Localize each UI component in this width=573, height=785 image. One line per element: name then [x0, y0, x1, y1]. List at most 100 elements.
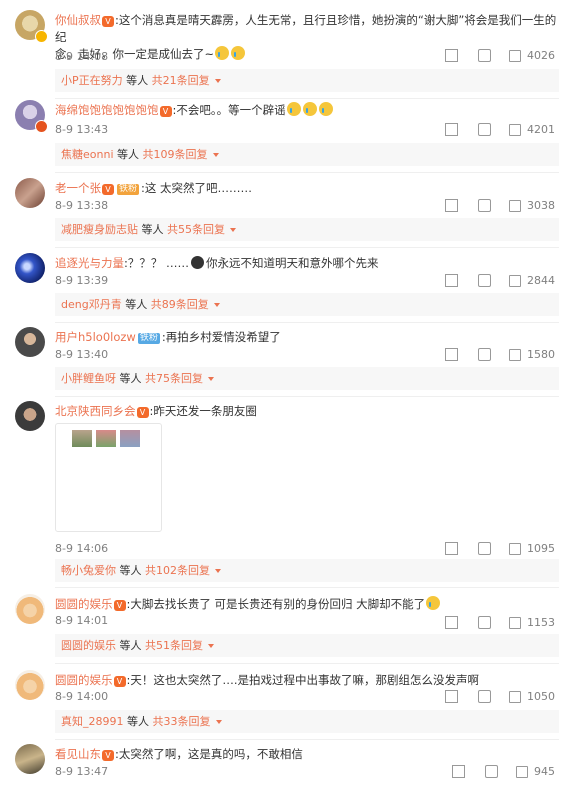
share-icon[interactable] — [445, 616, 458, 629]
reply-count[interactable]: 共109条回复 — [143, 148, 208, 161]
comment-actions: 4201 — [425, 123, 555, 136]
comment-text: :？？？ …… — [124, 256, 190, 270]
share-icon[interactable] — [445, 690, 458, 703]
comment-icon[interactable] — [485, 765, 498, 778]
like-count: 1050 — [527, 690, 555, 703]
like-button[interactable]: 1580 — [509, 348, 555, 361]
comment-username[interactable]: 圆圆的娱乐 — [55, 597, 113, 611]
chevron-down-icon — [215, 720, 222, 724]
comment-body: 用户h5lo0lozw 铁粉:再拍乡村爱情没希望了 — [55, 329, 560, 346]
avatar[interactable] — [15, 178, 45, 208]
comment-icon[interactable] — [478, 348, 491, 361]
comment-icon[interactable] — [478, 690, 491, 703]
comment-icon[interactable] — [478, 274, 491, 287]
divider — [55, 98, 559, 99]
thumb-up-icon — [509, 49, 521, 62]
like-button[interactable]: 4026 — [509, 49, 555, 62]
thumb-up-icon — [509, 123, 521, 136]
comment-username[interactable]: 追逐光与力量 — [55, 256, 124, 270]
avatar[interactable] — [15, 594, 45, 624]
like-count: 4026 — [527, 49, 555, 62]
comment-icon[interactable] — [478, 123, 491, 136]
like-button[interactable]: 2844 — [509, 274, 555, 287]
share-icon[interactable] — [452, 765, 465, 778]
comment-body: 海绵饱饱饱饱饱饱饱 V:不会吧。。等一个辟谣 — [55, 102, 560, 119]
reply-user[interactable]: 减肥瘦身励志贴 — [61, 223, 138, 236]
comment-body: 圆圆的娱乐 V:大脚去找长贵了 可是长贵还有别的身份回归 大脚却不能了 — [55, 596, 560, 613]
avatar[interactable] — [15, 253, 45, 283]
reply-count[interactable]: 共75条回复 — [145, 372, 203, 385]
avatar[interactable] — [15, 327, 45, 357]
reply-user[interactable]: 小P正在努力 — [61, 74, 123, 87]
comment-text-cont: 你永远不知道明天和意外哪个先来 — [206, 256, 379, 270]
reply-summary[interactable]: 小胖鲤鱼呀 等人 共75条回复 — [55, 367, 559, 390]
comment-username[interactable]: 老一个张 — [55, 181, 101, 195]
like-button[interactable]: 1153 — [509, 616, 555, 629]
comment-body: 追逐光与力量:？？？ …… 你永远不知道明天和意外哪个先来 — [55, 255, 560, 272]
comment-username[interactable]: 看见山东 — [55, 747, 101, 761]
divider — [55, 396, 559, 397]
reply-summary[interactable]: 小P正在努力 等人 共21条回复 — [55, 69, 559, 92]
reply-user[interactable]: 焦糖eonni — [61, 148, 114, 161]
like-button[interactable]: 3038 — [509, 199, 555, 212]
reply-summary[interactable]: deng邓丹青 等人 共89条回复 — [55, 293, 559, 316]
vip-icon: V — [102, 16, 114, 27]
vip-icon: V — [159, 106, 172, 117]
reply-summary[interactable]: 真知_28991 等人 共33条回复 — [55, 710, 559, 733]
like-button[interactable]: 4201 — [509, 123, 555, 136]
share-icon[interactable] — [445, 199, 458, 212]
reply-summary[interactable]: 畅小兔爱你 等人 共102条回复 — [55, 559, 559, 582]
reply-count[interactable]: 共51条回复 — [145, 639, 203, 652]
reply-user[interactable]: 真知_28991 — [61, 715, 124, 728]
comment-icon[interactable] — [478, 49, 491, 62]
like-button[interactable]: 1095 — [509, 542, 555, 555]
photo-thumbnail — [72, 430, 92, 447]
comment-text: :这个消息真是晴天霹雳，人生无常，且行且珍惜，她扮演的“谢大脚”将会是我们一生的… — [55, 13, 557, 44]
avatar[interactable] — [15, 401, 45, 431]
comment-username[interactable]: 海绵饱饱饱饱饱饱饱 — [55, 103, 159, 117]
comment-username[interactable]: 用户h5lo0lozw — [55, 330, 136, 344]
fan-badge: 铁粉 — [137, 333, 160, 344]
thumb-up-icon — [509, 348, 521, 361]
attached-image-card[interactable] — [55, 423, 162, 532]
chevron-down-icon — [208, 644, 214, 648]
reply-count[interactable]: 共89条回复 — [151, 298, 209, 311]
reply-user[interactable]: 畅小兔爱你 — [61, 564, 116, 577]
comment-username[interactable]: 圆圆的娱乐 — [55, 673, 113, 687]
reply-count[interactable]: 共102条回复 — [145, 564, 210, 577]
avatar[interactable] — [15, 744, 45, 774]
divider — [55, 587, 559, 588]
reply-count[interactable]: 共55条回复 — [167, 223, 225, 236]
vip-icon: V — [102, 184, 114, 195]
reply-count[interactable]: 共21条回复 — [152, 74, 210, 87]
share-icon[interactable] — [445, 49, 458, 62]
reply-user[interactable]: 小胖鲤鱼呀 — [61, 372, 116, 385]
comment-actions: 4026 — [425, 49, 555, 62]
like-button[interactable]: 945 — [516, 765, 555, 778]
comment-username[interactable]: 你仙叔叔 — [55, 13, 101, 27]
cry-emoji-icon — [286, 102, 301, 116]
comment-time: 8-9 13:38 — [55, 199, 109, 212]
reply-summary[interactable]: 焦糖eonni 等人 共109条回复 — [55, 143, 559, 166]
like-button[interactable]: 1050 — [509, 690, 555, 703]
share-icon[interactable] — [445, 274, 458, 287]
comment-text: :这 太突然了吧……… — [141, 181, 253, 195]
like-count: 3038 — [527, 199, 555, 212]
comment-text: :天！这也太突然了….是拍戏过程中出事故了嘛，那剧组怎么没发声啊 — [126, 673, 480, 687]
avatar[interactable] — [15, 670, 45, 700]
comment-icon[interactable] — [478, 199, 491, 212]
comment-icon[interactable] — [478, 616, 491, 629]
share-icon[interactable] — [445, 348, 458, 361]
reply-summary[interactable]: 圆圆的娱乐 等人 共51条回复 — [55, 634, 559, 657]
reply-summary[interactable]: 减肥瘦身励志贴 等人 共55条回复 — [55, 218, 559, 241]
comment-icon[interactable] — [478, 542, 491, 555]
reply-user[interactable]: deng邓丹青 — [61, 298, 122, 311]
share-icon[interactable] — [445, 123, 458, 136]
reply-user[interactable]: 圆圆的娱乐 — [61, 639, 116, 652]
comment-time: 8-9 13:40 — [55, 348, 109, 361]
share-icon[interactable] — [445, 542, 458, 555]
comment-username[interactable]: 北京陕西同乡会 — [55, 404, 136, 418]
reply-count[interactable]: 共33条回复 — [153, 715, 211, 728]
cry-emoji-icon — [302, 102, 317, 116]
photo-thumbnail — [120, 430, 140, 447]
